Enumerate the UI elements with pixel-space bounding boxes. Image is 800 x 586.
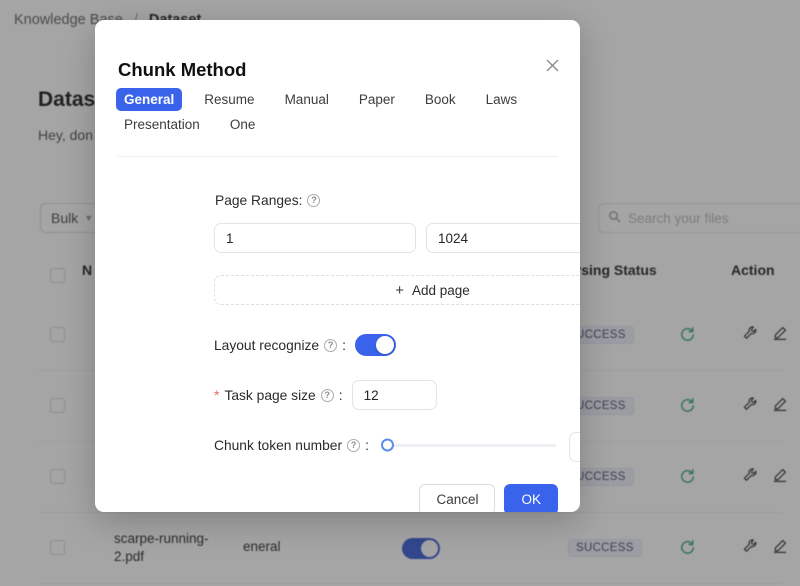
help-icon[interactable]: ?	[347, 438, 361, 452]
plus-icon: +	[395, 281, 404, 299]
slider-rail	[382, 443, 556, 447]
task-page-size-label: Task page size	[224, 387, 316, 403]
chunk-token-number-slider[interactable]	[380, 435, 556, 455]
layout-recognize-label: Layout recognize	[214, 337, 320, 353]
chunk-token-number-input[interactable]: 128	[569, 432, 580, 462]
tab-general[interactable]: General	[116, 88, 183, 111]
dialog-title: Chunk Method	[118, 59, 247, 80]
tab-paper[interactable]: Paper	[351, 88, 403, 111]
required-marker: *	[214, 387, 220, 403]
task-page-size-row: * Task page size ? : 12	[214, 380, 437, 410]
page-range-from-value: 1	[226, 230, 234, 246]
tab-presentation[interactable]: Presentation	[116, 113, 208, 136]
task-page-size-input[interactable]: 12	[351, 380, 437, 410]
help-icon[interactable]: ?	[307, 194, 321, 207]
chunk-token-number-label-group: Chunk token number ? :	[214, 438, 369, 453]
tab-book[interactable]: Book	[417, 88, 464, 111]
task-page-size-label-group: * Task page size ? :	[214, 388, 343, 403]
help-icon[interactable]: ?	[324, 338, 338, 352]
ok-button[interactable]: OK	[504, 484, 558, 512]
tab-manual[interactable]: Manual	[277, 88, 337, 111]
dialog-divider	[117, 156, 558, 157]
chunk-method-tabs: General Resume Manual Paper Book Laws Pr…	[116, 88, 558, 136]
chunk-method-dialog: Chunk Method General Resume Manual Paper…	[95, 20, 580, 512]
task-page-size-colon: :	[338, 387, 343, 403]
cancel-button[interactable]: Cancel	[419, 484, 496, 512]
page-range-to-value: 1024	[438, 230, 469, 246]
layout-recognize-toggle[interactable]	[354, 334, 396, 356]
add-page-label: Add page	[411, 282, 470, 298]
layout-recognize-colon: :	[342, 337, 346, 353]
chunk-token-number-row: Chunk token number ? :	[214, 435, 556, 455]
screen-root: Knowledge Base / Dataset Dataset Hey, do…	[0, 0, 800, 586]
layout-recognize-row: Layout recognize ? :	[214, 334, 396, 356]
chunk-token-number-label: Chunk token number	[214, 437, 343, 453]
tab-laws[interactable]: Laws	[478, 88, 526, 111]
page-range-to-input[interactable]: 1024	[426, 223, 580, 253]
add-page-button[interactable]: + Add page	[214, 275, 580, 305]
page-range-from-input[interactable]: 1	[214, 223, 416, 253]
slider-handle[interactable]	[380, 438, 394, 452]
dialog-footer: Cancel OK	[419, 484, 558, 512]
task-page-size-value: 12	[363, 387, 379, 403]
chunk-token-number-colon: :	[365, 437, 369, 453]
page-ranges-label-group: Page Ranges: ?	[215, 193, 321, 208]
tab-resume[interactable]: Resume	[196, 88, 262, 111]
page-ranges-label: Page Ranges:	[215, 193, 303, 208]
close-icon[interactable]	[541, 54, 563, 76]
tab-one[interactable]: One	[222, 113, 264, 136]
layout-recognize-label-group: Layout recognize ? :	[214, 338, 346, 353]
help-icon[interactable]: ?	[320, 388, 334, 402]
